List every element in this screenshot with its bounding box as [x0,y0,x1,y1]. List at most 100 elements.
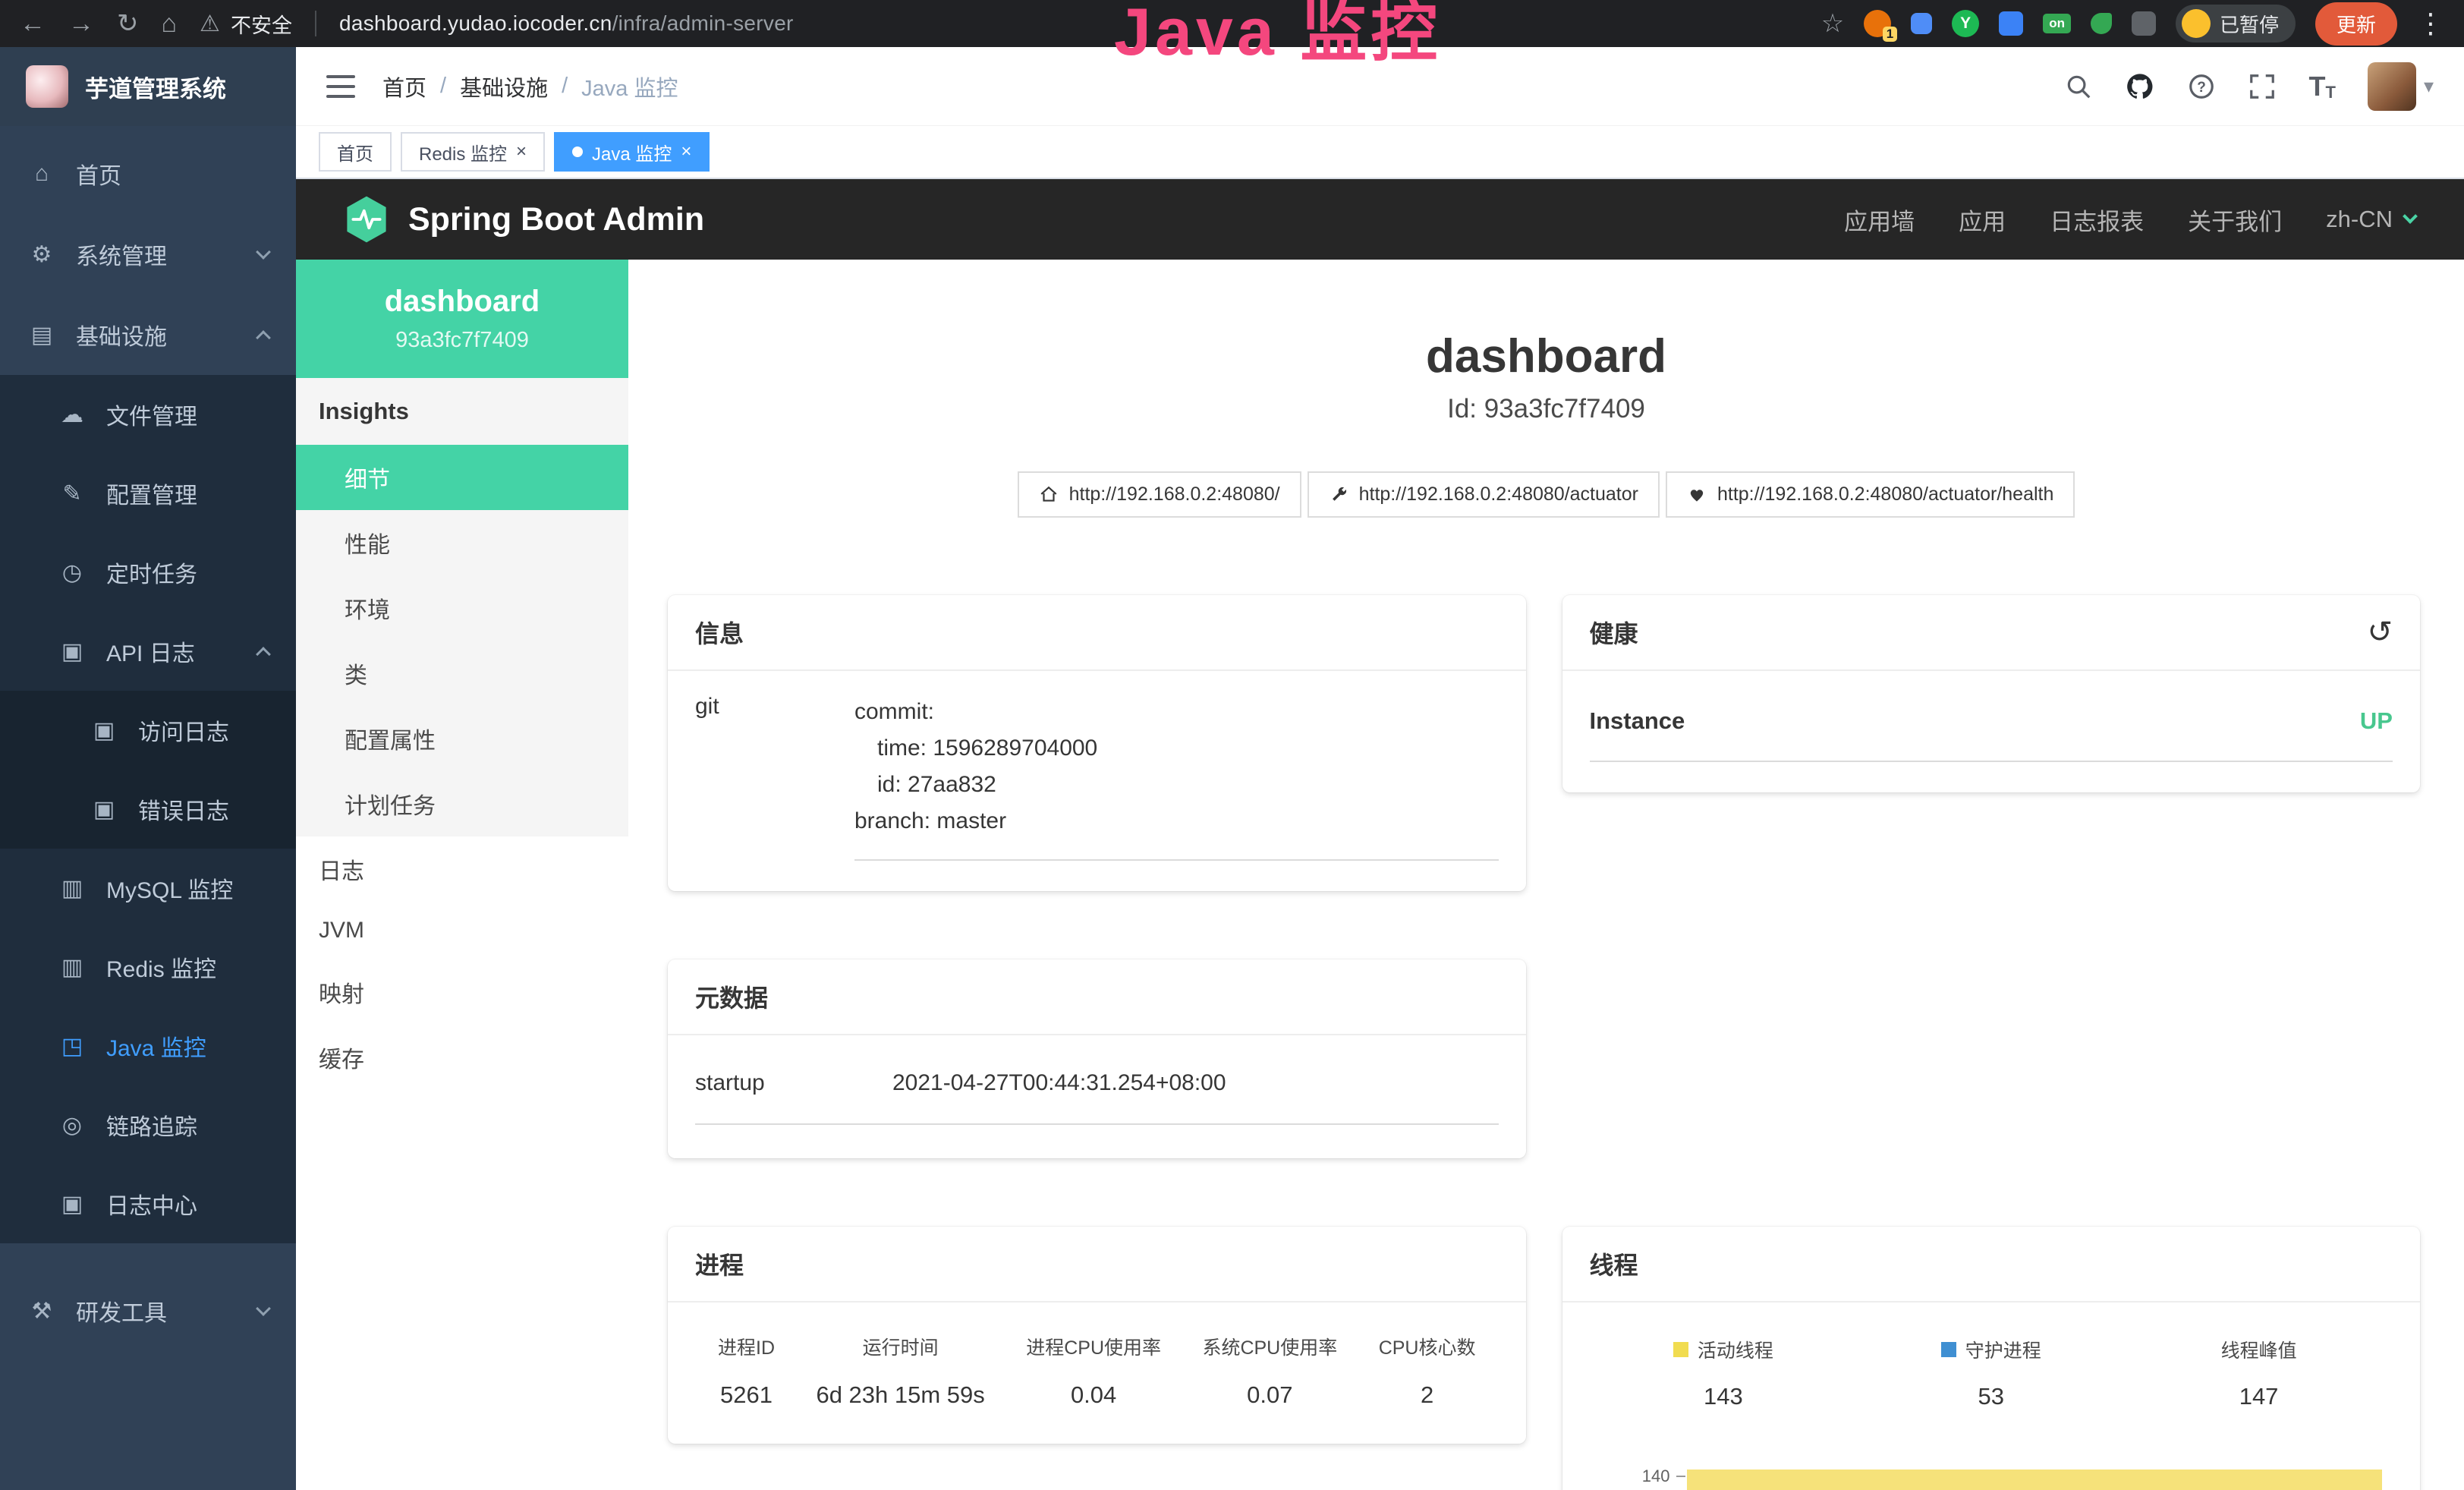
link-label: http://192.168.0.2:48080/actuator/health [1717,484,2053,506]
sidebar-item-label: 错误日志 [138,792,229,826]
sidebar-item-java-monitor[interactable]: ◳ Java 监控 [0,1006,296,1085]
fullscreen-icon[interactable] [2248,72,2277,101]
tab-label: 首页 [337,139,373,165]
link-label: http://192.168.0.2:48080/actuator [1359,484,1638,506]
breadcrumb-infra[interactable]: 基础设施 [460,71,548,102]
sidebar-item-infra[interactable]: ▤ 基础设施 [0,295,296,375]
menu-item-environment[interactable]: 环境 [296,575,628,641]
sba-nav-about[interactable]: 关于我们 [2188,203,2282,237]
instance-header[interactable]: dashboard 93a3fc7f7409 [296,260,628,378]
browser-menu-icon[interactable]: ⋮ [2417,8,2444,39]
row-key: git [695,694,854,861]
url-host: dashboard.yudao.iocoder.cn [339,11,612,35]
legend-value: 53 [1857,1383,2125,1410]
stat-uptime: 运行时间 6d 23h 15m 59s [816,1333,984,1409]
extension-blue-icon[interactable] [1911,13,1932,34]
health-url-link[interactable]: http://192.168.0.2:48080/actuator/health [1666,471,2075,518]
eye-icon: ◎ [58,1112,87,1139]
refresh-history-icon[interactable]: ↺ [2367,617,2393,647]
heart-icon [1687,485,1707,505]
sidebar-item-config[interactable]: ✎ 配置管理 [0,454,296,533]
legend-swatch-blue [1941,1342,1956,1357]
card-body: 活动线程 143 守护进程 53 [1562,1303,2421,1490]
sidebar-item-jobs[interactable]: ◷ 定时任务 [0,533,296,612]
tab-redis-monitor[interactable]: Redis 监控 × [401,132,545,172]
address-bar[interactable]: dashboard.yudao.iocoder.cn/infra/admin-s… [339,11,794,36]
back-icon[interactable]: ← [20,11,46,36]
service-url-link[interactable]: http://192.168.0.2:48080/ [1018,471,1301,518]
sidebar-item-redis[interactable]: ▥ Redis 监控 [0,928,296,1006]
reload-icon[interactable]: ↻ [117,11,139,36]
menu-item-details[interactable]: 细节 [296,445,628,510]
status-badge: UP [2360,707,2393,735]
sidebar-item-log-center[interactable]: ▣ 日志中心 [0,1164,296,1243]
monitor-icon: ◳ [58,1033,87,1060]
extension-y-icon[interactable]: Y [1952,10,1979,37]
menu-item-config-props[interactable]: 配置属性 [296,706,628,771]
sidebar-item-label: MySQL 监控 [106,871,233,905]
tab-java-monitor[interactable]: Java 监控 × [554,132,710,172]
sba-nav-applications[interactable]: 应用 [1959,203,2006,237]
extension-on-badge[interactable]: on [2043,14,2071,33]
sba-brand[interactable]: Spring Boot Admin [408,201,704,238]
close-icon[interactable]: × [516,143,527,161]
sba-sidebar: dashboard 93a3fc7f7409 Insights 细节 性能 环境… [296,260,628,1490]
extension-grid-icon[interactable] [1999,11,2023,36]
sidebar-item-tracing[interactable]: ◎ 链路追踪 [0,1085,296,1164]
sidebar-item-mysql[interactable]: ▥ MySQL 监控 [0,849,296,928]
github-icon[interactable] [2125,71,2155,102]
site-security[interactable]: ⚠ 不安全 [200,9,292,39]
user-menu[interactable]: ▾ [2368,62,2434,111]
sba-nav-journal[interactable]: 日志报表 [2050,203,2144,237]
git-branch-line: branch: master [854,803,1499,840]
forward-icon[interactable]: → [68,11,94,36]
sba-nav-wall[interactable]: 应用墙 [1844,203,1915,237]
menu-item-classes[interactable]: 类 [296,641,628,706]
app-logo-row[interactable]: 芋道管理系统 [0,47,296,126]
chevron-up-icon [256,330,271,345]
profile-paused-chip[interactable]: 已暂停 [2176,5,2296,43]
tab-home[interactable]: 首页 [319,132,392,172]
menu-item-scheduled-tasks[interactable]: 计划任务 [296,771,628,836]
browser-home-icon[interactable]: ⌂ [162,11,178,36]
search-icon[interactable] [2064,72,2093,101]
sidebar-item-dev-tools[interactable]: ⚒ 研发工具 [0,1271,296,1351]
stat-label: 进程CPU使用率 [1026,1333,1161,1360]
extension-orange-icon[interactable]: 1 [1864,10,1891,37]
navbar-actions: ? TT ▾ [2064,62,2434,111]
stat-value: 2 [1379,1381,1476,1409]
language-selector[interactable]: zh-CN [2326,206,2415,233]
sidebar-item-files[interactable]: ☁ 文件管理 [0,375,296,454]
section-insights: Insights [296,378,628,445]
sidebar-item-label: 配置管理 [106,477,197,510]
menu-item-mappings[interactable]: 映射 [296,959,628,1025]
chrome-update-button[interactable]: 更新 [2315,2,2397,46]
menu-item-metrics[interactable]: 性能 [296,510,628,575]
menu-item-logs[interactable]: 日志 [296,836,628,902]
sidebar-item-api-log[interactable]: ▣ API 日志 [0,612,296,691]
sidebar-item-access-log[interactable]: ▣ 访问日志 [0,691,296,770]
chevron-down-icon [256,1301,271,1316]
threads-legend: 活动线程 143 守护进程 53 [1590,1325,2393,1410]
sidebar-item-label: 系统管理 [76,238,167,271]
help-icon[interactable]: ? [2187,72,2216,101]
bookmark-star-icon[interactable]: ☆ [1821,11,1844,36]
extension-dark-icon[interactable] [2132,11,2156,36]
menu-item-caches[interactable]: 缓存 [296,1025,628,1090]
menu-item-jvm[interactable]: JVM [296,902,628,959]
breadcrumb-home[interactable]: 首页 [382,71,426,102]
close-icon[interactable]: × [681,143,691,161]
font-size-icon[interactable]: TT [2308,71,2335,102]
instance-id: 93a3fc7f7409 [395,328,529,353]
cards-grid: 信息 git commit: time: 1596289704000 id: 2… [628,518,2464,1490]
card-header: 进程 [668,1227,1526,1303]
extension-leaf-icon[interactable] [2091,13,2112,34]
sidebar-item-home[interactable]: ⌂ 首页 [0,134,296,214]
stat-value: 6d 23h 15m 59s [816,1381,984,1409]
sidebar-item-label: Redis 监控 [106,950,216,984]
stat-value: 0.07 [1202,1381,1337,1409]
sidebar-item-system[interactable]: ⚙ 系统管理 [0,214,296,295]
hamburger-icon[interactable] [326,75,355,98]
actuator-url-link[interactable]: http://192.168.0.2:48080/actuator [1308,471,1660,518]
sidebar-item-error-log[interactable]: ▣ 错误日志 [0,770,296,849]
